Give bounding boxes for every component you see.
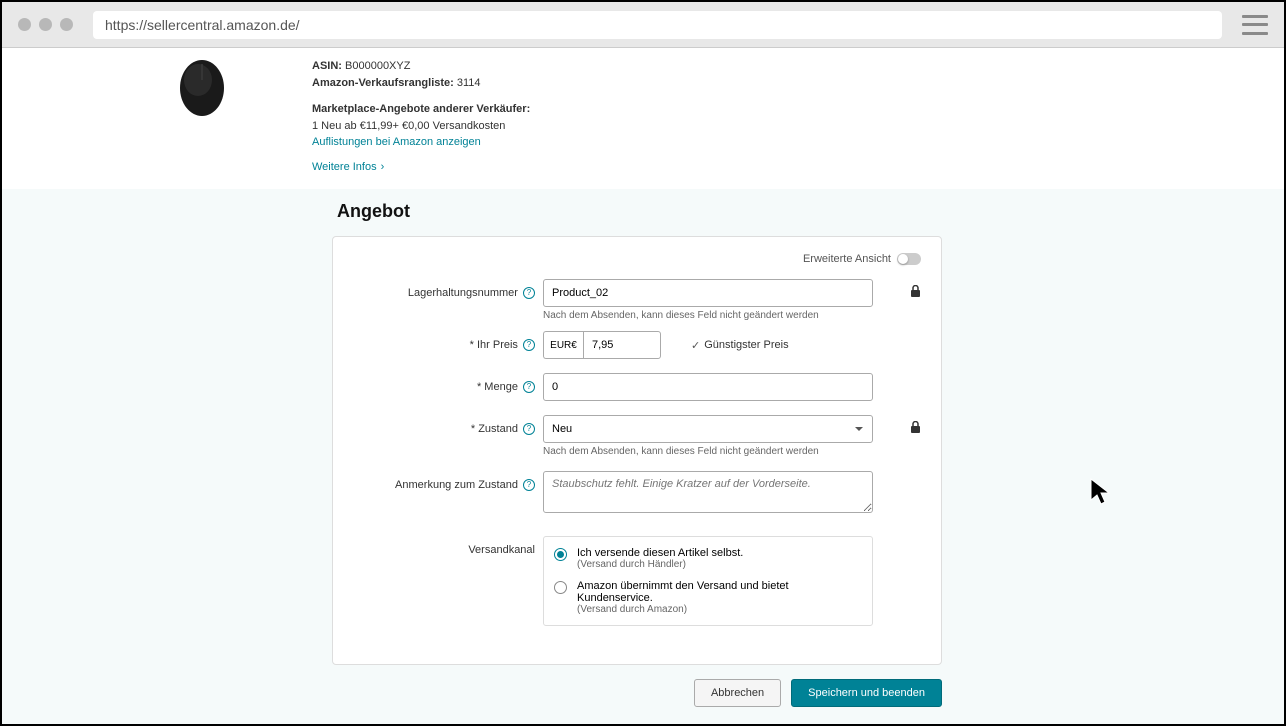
browser-chrome: https://sellercentral.amazon.de/ <box>2 2 1284 48</box>
help-icon[interactable]: ? <box>523 423 535 435</box>
currency-label: EUR€ <box>543 331 583 359</box>
chevron-right-icon: › <box>381 159 385 176</box>
cancel-button[interactable]: Abbrechen <box>694 679 781 707</box>
sku-input[interactable] <box>543 279 873 307</box>
product-info: ASIN: B000000XYZ Amazon-Verkaufsranglist… <box>312 58 530 175</box>
ship-opt1-sub: (Versand durch Händler) <box>577 559 743 570</box>
action-bar: Abbrechen Speichern und beenden <box>2 679 942 707</box>
help-icon[interactable]: ? <box>523 339 535 351</box>
help-icon[interactable]: ? <box>523 287 535 299</box>
radio-unchecked[interactable] <box>554 581 567 594</box>
ship-opt2-sub: (Versand durch Amazon) <box>577 604 862 615</box>
price-label: Ihr Preis <box>477 339 518 351</box>
condition-note-input[interactable] <box>543 471 873 513</box>
help-icon[interactable]: ? <box>523 381 535 393</box>
help-icon[interactable]: ? <box>523 479 535 491</box>
dot <box>60 18 73 31</box>
menu-icon[interactable] <box>1242 15 1268 35</box>
dot <box>18 18 31 31</box>
listings-link[interactable]: Auflistungen bei Amazon anzeigen <box>312 136 481 148</box>
panel-title: Angebot <box>337 201 1284 222</box>
lock-icon <box>910 415 921 439</box>
quantity-label: Menge <box>484 381 518 393</box>
condition-note: Nach dem Absenden, kann dieses Feld nich… <box>543 446 898 457</box>
ship-opt2-main: Amazon übernimmt den Versand und bietet … <box>577 580 862 604</box>
shipping-label: Versandkanal <box>468 544 535 556</box>
rank-label: Amazon-Verkaufsrangliste: <box>312 77 454 89</box>
sku-label: Lagerhaltungsnummer <box>408 287 518 299</box>
dot <box>39 18 52 31</box>
offer-panel: Erweiterte Ansicht Lagerhaltungsnummer ?… <box>332 236 942 665</box>
price-hint: Günstigster Preis <box>704 339 788 351</box>
window-controls <box>18 18 73 31</box>
save-button[interactable]: Speichern und beenden <box>791 679 942 707</box>
price-input[interactable] <box>583 331 661 359</box>
quantity-input[interactable] <box>543 373 873 401</box>
shipping-options: Ich versende diesen Artikel selbst. (Ver… <box>543 536 873 626</box>
sku-note: Nach dem Absenden, kann dieses Feld nich… <box>543 310 898 321</box>
asin-value: B000000XYZ <box>345 60 410 72</box>
more-info-link[interactable]: Weitere Infos › <box>312 159 384 176</box>
product-header: ASIN: B000000XYZ Amazon-Verkaufsranglist… <box>2 48 1284 185</box>
condition-label: Zustand <box>478 423 518 435</box>
radio-checked[interactable] <box>554 548 567 561</box>
product-image <box>142 58 262 128</box>
shipping-option-self[interactable]: Ich versende diesen Artikel selbst. (Ver… <box>554 547 862 570</box>
advanced-view-toggle[interactable] <box>897 253 921 265</box>
lock-icon <box>910 279 921 303</box>
advanced-view-label: Erweiterte Ansicht <box>803 253 891 265</box>
asin-label: ASIN: <box>312 60 342 72</box>
shipping-option-amazon[interactable]: Amazon übernimmt den Versand und bietet … <box>554 580 862 615</box>
condition-select[interactable]: Neu <box>543 415 873 443</box>
url-bar[interactable]: https://sellercentral.amazon.de/ <box>93 11 1222 39</box>
marketplace-value: 1 Neu ab €11,99+ €0,00 Versandkosten <box>312 118 530 135</box>
rank-value: 3114 <box>457 77 481 89</box>
condition-note-label: Anmerkung zum Zustand <box>395 479 518 491</box>
marketplace-label: Marketplace-Angebote anderer Verkäufer: <box>312 103 530 115</box>
ship-opt1-main: Ich versende diesen Artikel selbst. <box>577 547 743 559</box>
check-icon: ✓ <box>691 339 700 352</box>
